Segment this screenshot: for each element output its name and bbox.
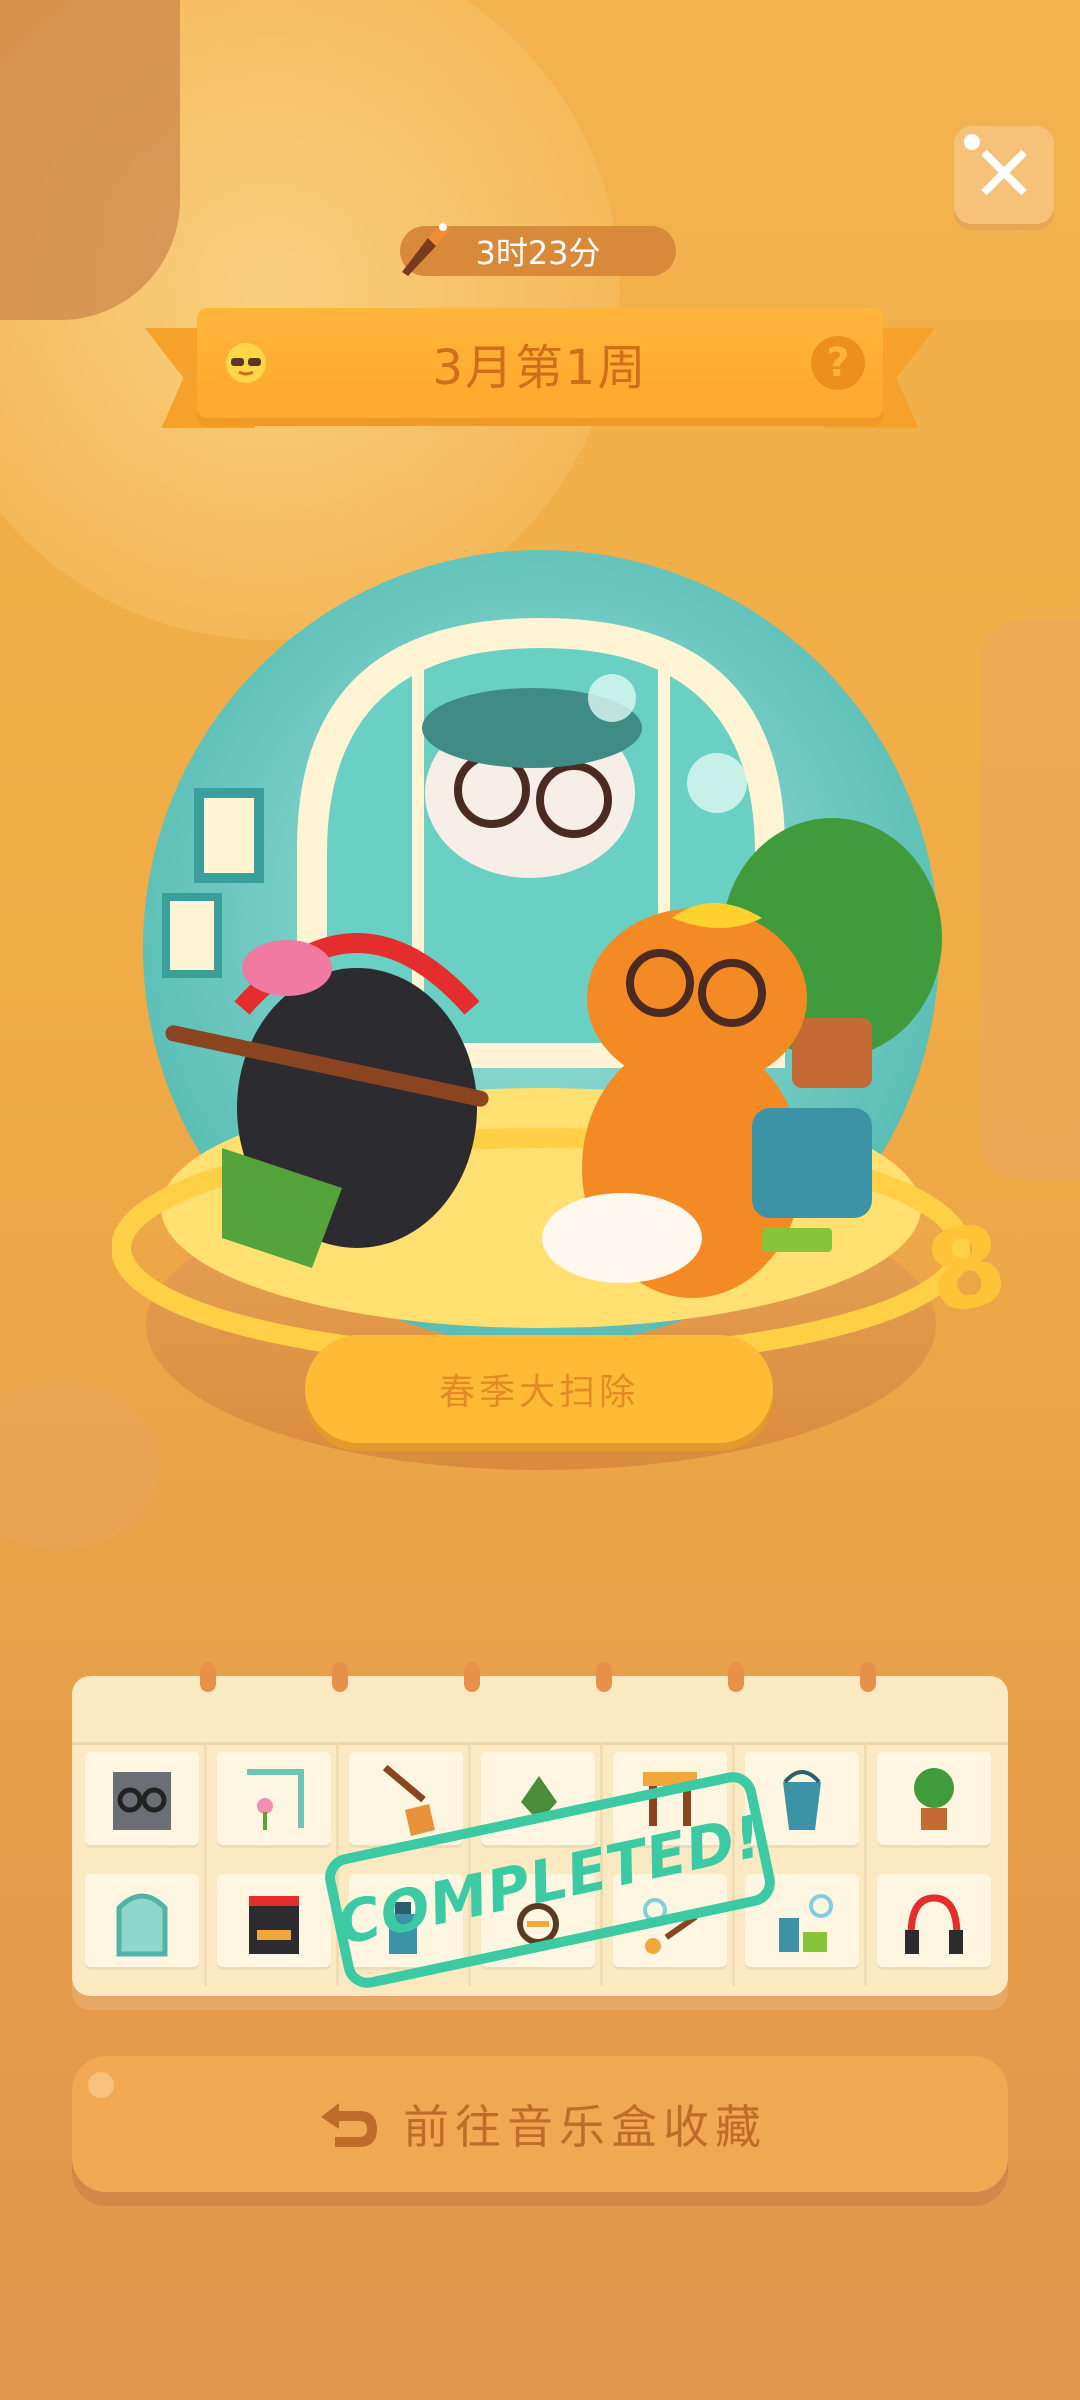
shine-dot	[964, 134, 980, 150]
pin	[332, 1662, 348, 1692]
plaque-text: 春季大扫除	[438, 1372, 639, 1413]
go-to-collection-button[interactable]: 前往音乐盒收藏	[72, 2056, 1008, 2192]
music-box-screen: ✕ 3时23分 3月第1周 ? 春季大扫除 8 COMPLETED! 前往音乐盒…	[0, 0, 1080, 2400]
headphones-icon[interactable]	[877, 1874, 991, 1970]
bubble	[687, 753, 747, 813]
week-title: 3月第1周	[432, 340, 648, 396]
glasses-cat-icon[interactable]	[85, 1752, 199, 1848]
pin	[596, 1662, 612, 1692]
cta-label: 前往音乐盒收藏	[403, 2100, 767, 2154]
sponge	[762, 1228, 832, 1252]
week-banner: 3月第1周 ?	[145, 308, 935, 438]
flower-frame-inner	[170, 901, 214, 970]
pin	[464, 1662, 480, 1692]
black-cat-icon[interactable]	[217, 1874, 331, 1970]
pin	[200, 1662, 216, 1692]
plant-pot	[792, 1018, 872, 1088]
window-icon[interactable]	[85, 1874, 199, 1970]
calendar-header	[72, 1662, 1008, 1745]
orange-cat-head	[587, 908, 807, 1088]
banner-body: 3月第1周 ?	[197, 308, 883, 418]
bg-lamp-shape	[0, 0, 180, 320]
snow-globe-scene	[112, 550, 970, 1368]
pin	[860, 1662, 876, 1692]
scene-plaque: 春季大扫除	[305, 1335, 773, 1443]
blue-bucket	[752, 1108, 872, 1218]
bg-blur-left	[0, 1380, 160, 1550]
bubble	[588, 674, 636, 722]
sun-sunglasses-icon	[226, 343, 266, 383]
close-button[interactable]: ✕	[954, 126, 1054, 224]
flower-frame-icon[interactable]	[217, 1752, 331, 1848]
timer-text: 3时23分	[475, 234, 601, 272]
back-arrow-icon	[321, 2103, 377, 2147]
help-button[interactable]: ?	[811, 336, 865, 390]
question-icon: ?	[826, 340, 850, 386]
pin	[728, 1662, 744, 1692]
brush-icon	[402, 223, 449, 276]
potted-plant-icon[interactable]	[877, 1752, 991, 1848]
tulip-frame-inner	[204, 798, 254, 873]
divider	[204, 1742, 207, 1986]
bg-blur-right	[980, 620, 1080, 1180]
timer-pill: 3时23分	[400, 223, 676, 276]
shine-dot	[88, 2072, 114, 2098]
divider	[864, 1742, 867, 1986]
mop-head	[542, 1193, 702, 1283]
close-icon: ✕	[971, 130, 1037, 220]
pink-bow	[242, 940, 332, 996]
